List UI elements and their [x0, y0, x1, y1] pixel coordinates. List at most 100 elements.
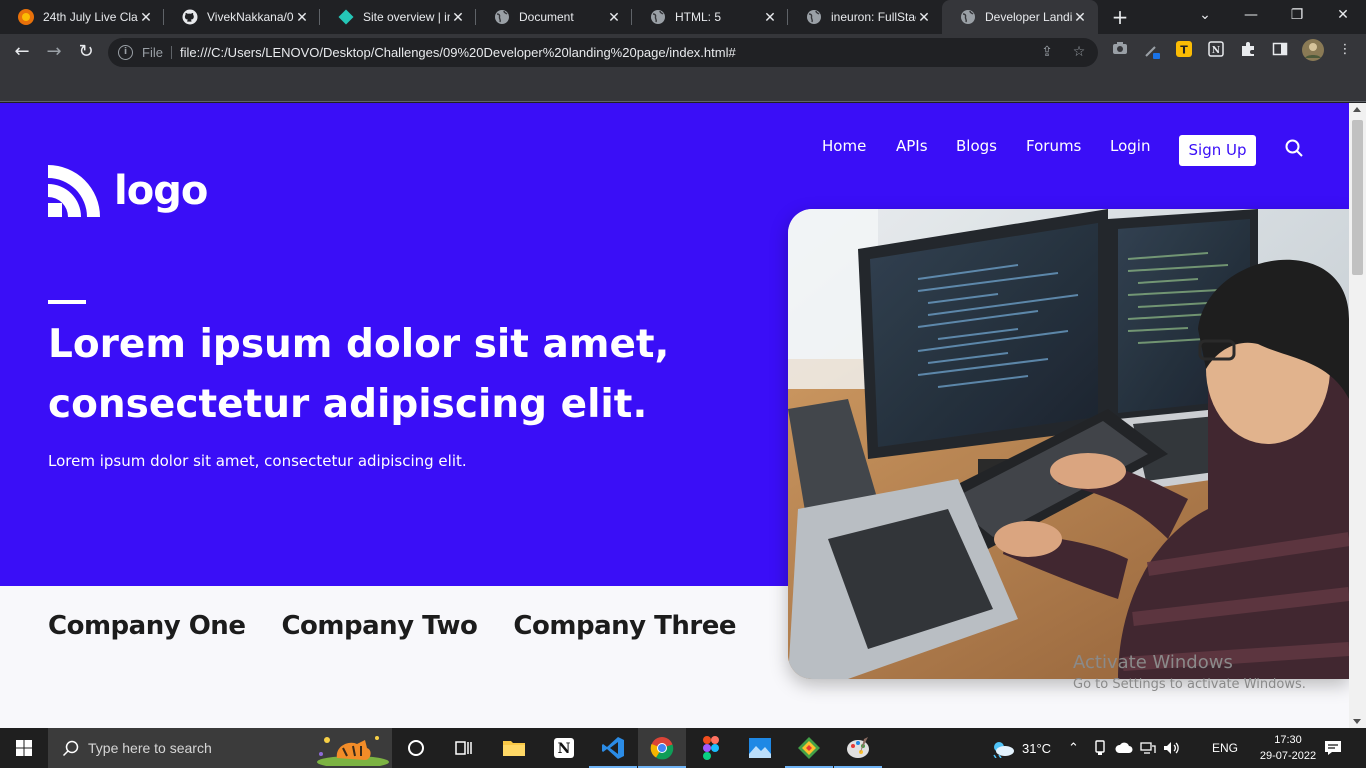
divider: [171, 46, 172, 59]
profile-avatar[interactable]: [1302, 39, 1324, 61]
back-button[interactable]: ←: [8, 38, 36, 66]
notifications-icon[interactable]: [1324, 728, 1342, 768]
close-icon[interactable]: ✕: [138, 9, 154, 26]
globe-icon: [960, 9, 976, 25]
language-indicator[interactable]: ENG: [1212, 728, 1238, 768]
page-viewport: logo Home APIs Blogs Forums Login Sign U…: [0, 103, 1349, 728]
window-close-button[interactable]: ✕: [1320, 0, 1366, 30]
weather-temp: 31°C: [1022, 740, 1052, 756]
paint-app-button[interactable]: [834, 728, 882, 768]
logo-text: logo: [114, 168, 208, 214]
diamond-app-icon: [798, 737, 820, 759]
taskbar-clock[interactable]: 17:30 29-07-2022: [1258, 732, 1318, 764]
company-three: Company Three: [513, 611, 736, 641]
t-extension-icon[interactable]: T: [1175, 41, 1193, 59]
svg-text:N: N: [1212, 46, 1220, 56]
close-icon[interactable]: ✕: [450, 9, 466, 26]
notion-extension-icon[interactable]: N: [1207, 41, 1225, 59]
scroll-thumb[interactable]: [1352, 120, 1363, 275]
live-class-icon: [18, 9, 34, 25]
tab-6[interactable]: ineuron: FullStack ✕: [788, 0, 942, 34]
headline-line-2: consectetur adipiscing elit.: [48, 382, 648, 427]
scroll-down-arrow-icon[interactable]: [1353, 719, 1361, 724]
globe-icon: [494, 9, 510, 25]
tab-7-active[interactable]: Developer Landin ✕: [942, 0, 1098, 34]
vscode-app-button[interactable]: [589, 728, 637, 768]
tray-overflow-chevron-icon[interactable]: ⌃: [1068, 728, 1079, 768]
sidepanel-icon[interactable]: [1271, 41, 1289, 59]
tab-5[interactable]: HTML: 5 ✕: [632, 0, 788, 34]
notion-app-button[interactable]: N: [540, 728, 588, 768]
volume-icon[interactable]: [1163, 728, 1181, 768]
github-icon: [182, 9, 198, 25]
figma-icon: [703, 736, 719, 760]
close-icon[interactable]: ✕: [606, 9, 622, 26]
minimize-button[interactable]: —: [1228, 0, 1274, 30]
logo-waves-icon: [48, 165, 100, 217]
paint-palette-icon: [847, 737, 869, 758]
taskbar-search-box[interactable]: Type here to search: [48, 728, 392, 768]
tray-usb-icon[interactable]: [1093, 728, 1107, 768]
clock-date: 29-07-2022: [1259, 750, 1317, 762]
menu-kebab-icon[interactable]: ⋮: [1336, 41, 1354, 59]
close-icon[interactable]: ✕: [916, 9, 932, 26]
close-icon[interactable]: ✕: [1072, 9, 1088, 26]
tab-2[interactable]: VivekNakkana/01 ✕: [164, 0, 320, 34]
url-text[interactable]: file:///C:/Users/LENOVO/Desktop/Challeng…: [180, 45, 736, 60]
git-tool-app-button[interactable]: [785, 728, 833, 768]
nav-apis[interactable]: APIs: [896, 136, 928, 156]
tab-title: Document: [519, 10, 574, 24]
new-tab-button[interactable]: +: [1108, 4, 1132, 30]
onedrive-cloud-icon[interactable]: [1115, 728, 1133, 768]
forward-button[interactable]: →: [40, 38, 68, 66]
nav-home[interactable]: Home: [822, 136, 866, 156]
network-icon[interactable]: [1140, 728, 1156, 768]
activate-windows-subtitle: Go to Settings to activate Windows.: [1073, 677, 1306, 692]
photos-app-button[interactable]: [736, 728, 784, 768]
info-icon[interactable]: i: [118, 45, 133, 60]
puzzle-icon[interactable]: [1239, 41, 1257, 59]
search-icon: [62, 740, 79, 757]
start-button[interactable]: [0, 728, 48, 768]
tab-search-chevron-icon[interactable]: ⌄: [1182, 0, 1228, 30]
maximize-button[interactable]: ❐: [1274, 0, 1320, 30]
close-icon[interactable]: ✕: [762, 9, 778, 26]
headline-accent-rule: [48, 300, 86, 304]
nav-forums[interactable]: Forums: [1026, 136, 1081, 156]
page-scrollbar[interactable]: [1349, 103, 1366, 728]
site-logo[interactable]: logo: [48, 165, 208, 217]
search-icon[interactable]: [1285, 139, 1303, 157]
tab-3[interactable]: Site overview | int ✕: [320, 0, 476, 34]
eyedropper-icon[interactable]: [1143, 41, 1161, 59]
nav-login[interactable]: Login: [1110, 136, 1150, 156]
scroll-up-arrow-icon[interactable]: [1353, 107, 1361, 112]
tab-title: VivekNakkana/01: [207, 10, 294, 24]
sign-up-button[interactable]: Sign Up: [1179, 135, 1256, 166]
weather-widget[interactable]: 31°C: [990, 728, 1051, 768]
chrome-app-button[interactable]: [638, 728, 686, 768]
activate-windows-title: Activate Windows: [1073, 652, 1233, 673]
tab-1[interactable]: 24th July Live Cla ✕: [0, 0, 164, 34]
folder-icon: [503, 741, 525, 756]
bookmark-star-icon[interactable]: ☆: [1070, 43, 1088, 61]
reload-button[interactable]: ↻: [72, 38, 100, 66]
tab-title: Developer Landin: [985, 10, 1072, 24]
company-two: Company Two: [281, 611, 478, 641]
vscode-icon: [602, 737, 624, 759]
globe-icon: [650, 9, 666, 25]
tab-title: 24th July Live Cla: [43, 10, 138, 24]
address-bar[interactable]: i File file:///C:/Users/LENOVO/Desktop/C…: [108, 38, 1098, 67]
company-one: Company One: [48, 611, 246, 641]
close-icon[interactable]: ✕: [294, 9, 310, 26]
share-icon[interactable]: ⇪: [1038, 43, 1056, 61]
bookmarks-bar: [0, 70, 1366, 102]
task-view-button[interactable]: [440, 728, 488, 768]
nav-blogs[interactable]: Blogs: [956, 136, 997, 156]
cortana-button[interactable]: [392, 728, 440, 768]
file-explorer-button[interactable]: [490, 728, 538, 768]
company-logos: Company One Company Two Company Three: [48, 611, 772, 641]
figma-app-button[interactable]: [687, 728, 735, 768]
browser-toolbar: ← → ↻ i File file:///C:/Users/LENOVO/Des…: [0, 34, 1366, 70]
tab-4[interactable]: Document ✕: [476, 0, 632, 34]
camera-icon[interactable]: [1111, 41, 1129, 59]
